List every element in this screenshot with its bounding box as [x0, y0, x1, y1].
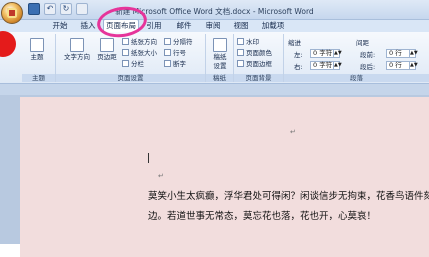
- spin-arrows-icon[interactable]: ▲▼: [409, 62, 418, 69]
- line-numbers-icon: [164, 49, 171, 56]
- breaks-button[interactable]: 分隔符: [164, 38, 193, 47]
- spin-arrows-icon[interactable]: ▲▼: [333, 62, 342, 69]
- page-setup-group: 文字方向 页边距 纸张方向 纸张大小 分栏 分隔符 行号 断字 页面设置: [56, 34, 206, 82]
- text-cursor: [148, 153, 149, 163]
- document-page[interactable]: [20, 97, 429, 257]
- spacing-before-input[interactable]: 0 行 ▲▼: [386, 49, 418, 58]
- line-numbers-button[interactable]: 行号: [164, 49, 186, 58]
- draft-paper-icon: [213, 38, 227, 52]
- indent-left-label: 左:: [294, 51, 303, 59]
- spacing-before-label: 段前:: [360, 51, 376, 59]
- orientation-icon: [122, 38, 129, 45]
- office-button[interactable]: [1, 2, 23, 24]
- indent-left-input[interactable]: 0 字符 ▲▼: [310, 49, 342, 58]
- office-logo-icon: [7, 8, 17, 18]
- themes-button[interactable]: 主题: [26, 38, 48, 66]
- text-direction-button[interactable]: 文字方向: [62, 38, 92, 66]
- ruler: [0, 84, 429, 95]
- tab-add-ins[interactable]: 加载项: [258, 20, 288, 32]
- page-color-button[interactable]: 页面颜色: [237, 49, 272, 58]
- draft-paper-button[interactable]: 稿纸 设置: [209, 38, 231, 70]
- tab-view[interactable]: 视图: [229, 20, 253, 32]
- paragraph-group: 缩进 左: 0 字符 ▲▼ 右: 0 字符 ▲▼ 间距 段前: 0 行 ▲▼ 段后: …: [284, 34, 429, 82]
- page-background-group-label: 页面背景: [234, 74, 283, 82]
- page-setup-group-label: 页面设置: [56, 74, 205, 82]
- columns-button[interactable]: 分栏: [122, 60, 144, 69]
- spacing-after-label: 段后:: [360, 63, 376, 71]
- spacing-after-input[interactable]: 0 行 ▲▼: [386, 61, 418, 70]
- page-background-group: 水印 页面颜色 页面边框 页面背景: [234, 34, 284, 82]
- watermark-button[interactable]: 水印: [237, 38, 259, 47]
- paragraph-group-label: 段落: [284, 74, 429, 82]
- page-borders-button[interactable]: 页面边框: [237, 60, 272, 69]
- window-title: 新建 Microsoft Office Word 文档.docx - Micro…: [115, 7, 314, 16]
- size-icon: [122, 49, 129, 56]
- indent-right-label: 右:: [294, 63, 303, 71]
- spin-arrows-icon[interactable]: ▲▼: [333, 50, 342, 57]
- draft-paper-group-label: 稿纸: [206, 74, 233, 82]
- watermark-icon: [237, 38, 244, 45]
- page-borders-icon: [237, 60, 244, 67]
- tab-home[interactable]: 开始: [48, 20, 72, 32]
- text-direction-icon: [70, 38, 84, 52]
- themes-group: 主题 主题: [22, 34, 56, 82]
- document-text-line[interactable]: 莫笑小生太疯癫，浮华君处可得闲？闲谈信步无拘束，花香鸟语件刻: [148, 188, 429, 202]
- orientation-button[interactable]: 纸张方向: [122, 38, 157, 47]
- hyphenation-button[interactable]: 断字: [164, 60, 186, 69]
- title-bar: ↶ ↻ 新建 Microsoft Office Word 文档.docx - M…: [0, 0, 429, 20]
- paragraph-mark-icon: ↵: [158, 172, 164, 180]
- margins-icon: [100, 38, 114, 52]
- tab-review[interactable]: 审阅: [201, 20, 225, 32]
- draft-paper-group: 稿纸 设置 稿纸: [206, 34, 234, 82]
- hyphenation-icon: [164, 60, 171, 67]
- spacing-label: 间距: [356, 39, 369, 47]
- tab-mailings[interactable]: 邮件: [172, 20, 196, 32]
- breaks-icon: [164, 38, 171, 45]
- themes-group-label: 主题: [22, 74, 55, 82]
- ribbon: 主题 主题 文字方向 页边距 纸张方向 纸张大小 分栏 分隔符 行号 断字 页面…: [0, 32, 429, 84]
- spin-arrows-icon[interactable]: ▲▼: [409, 50, 418, 57]
- indent-label: 缩进: [288, 39, 301, 47]
- paragraph-mark-icon: ↵: [290, 128, 296, 136]
- ribbon-tabs: 开始 插入 页面布局 引用 邮件 审阅 视图 加载项: [0, 19, 429, 32]
- margins-button[interactable]: 页边距: [94, 38, 120, 66]
- size-button[interactable]: 纸张大小: [122, 49, 157, 58]
- page-color-icon: [237, 49, 244, 56]
- document-text-line[interactable]: 边。若道世事无常态，莫忘花也落，花也开，心莫哀！: [148, 208, 376, 222]
- themes-icon: [30, 38, 44, 52]
- indent-right-input[interactable]: 0 字符 ▲▼: [310, 61, 342, 70]
- columns-icon: [122, 60, 129, 67]
